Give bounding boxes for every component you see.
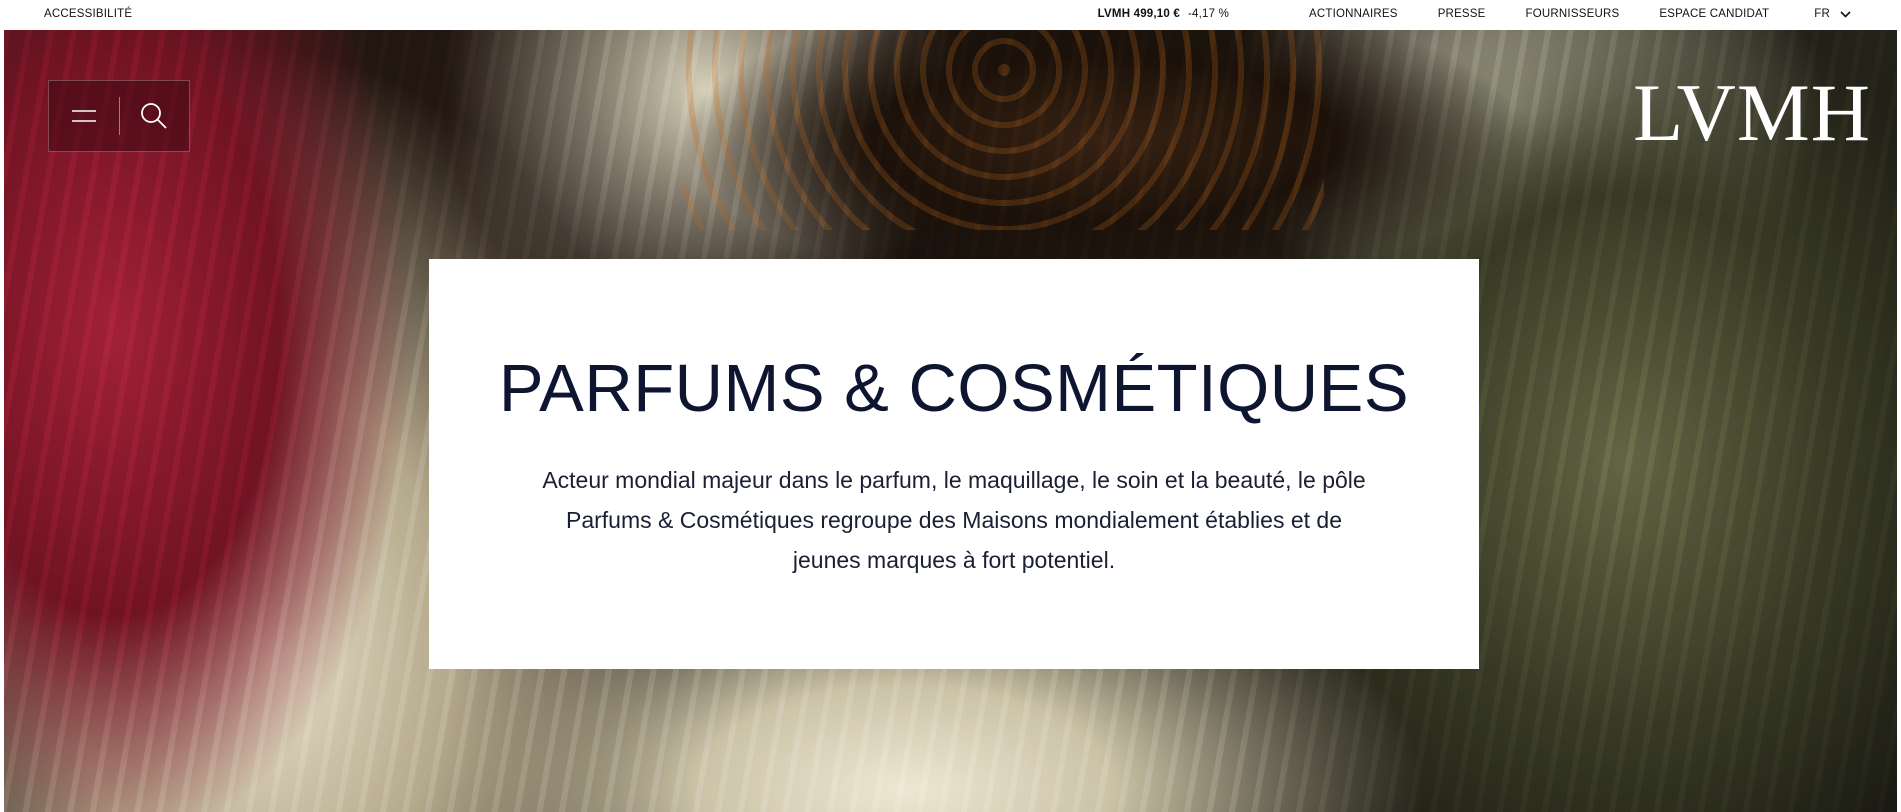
lvmh-logo[interactable]: LVMH <box>1633 72 1871 154</box>
stock-price[interactable]: LVMH 499,10 € <box>1098 8 1180 20</box>
header-tools <box>48 80 190 152</box>
search-button[interactable] <box>120 81 190 151</box>
menu-button[interactable] <box>49 81 119 151</box>
search-icon <box>141 103 167 129</box>
hamburger-menu-icon <box>71 110 96 122</box>
link-fournisseurs[interactable]: FOURNISSEURS <box>1526 8 1620 20</box>
language-selector[interactable]: FR <box>1814 8 1851 20</box>
top-right-links: LVMH 499,10 € -4,17 % ACTIONNAIRES PRESS… <box>1098 8 1851 20</box>
hero-content-card: PARFUMS & COSMÉTIQUES Acteur mondial maj… <box>429 259 1479 669</box>
link-actionnaires[interactable]: ACTIONNAIRES <box>1309 8 1398 20</box>
hero-description: Acteur mondial majeur dans le parfum, le… <box>542 467 1366 573</box>
accessibility-link[interactable]: ACCESSIBILITÉ <box>44 8 132 20</box>
chevron-down-icon <box>1840 10 1851 18</box>
page-title: PARFUMS & COSMÉTIQUES <box>498 351 1410 426</box>
scrollbar[interactable] <box>1897 0 1901 812</box>
top-utility-bar: ACCESSIBILITÉ LVMH 499,10 € -4,17 % ACTI… <box>0 0 1901 30</box>
hero-banner: LVMH PARFUMS & COSMÉTIQUES Acteur mondia… <box>4 30 1897 812</box>
language-label: FR <box>1814 8 1830 20</box>
link-espace-candidat[interactable]: ESPACE CANDIDAT <box>1659 8 1769 20</box>
stock-change: -4,17 % <box>1187 8 1230 20</box>
link-presse[interactable]: PRESSE <box>1438 8 1486 20</box>
